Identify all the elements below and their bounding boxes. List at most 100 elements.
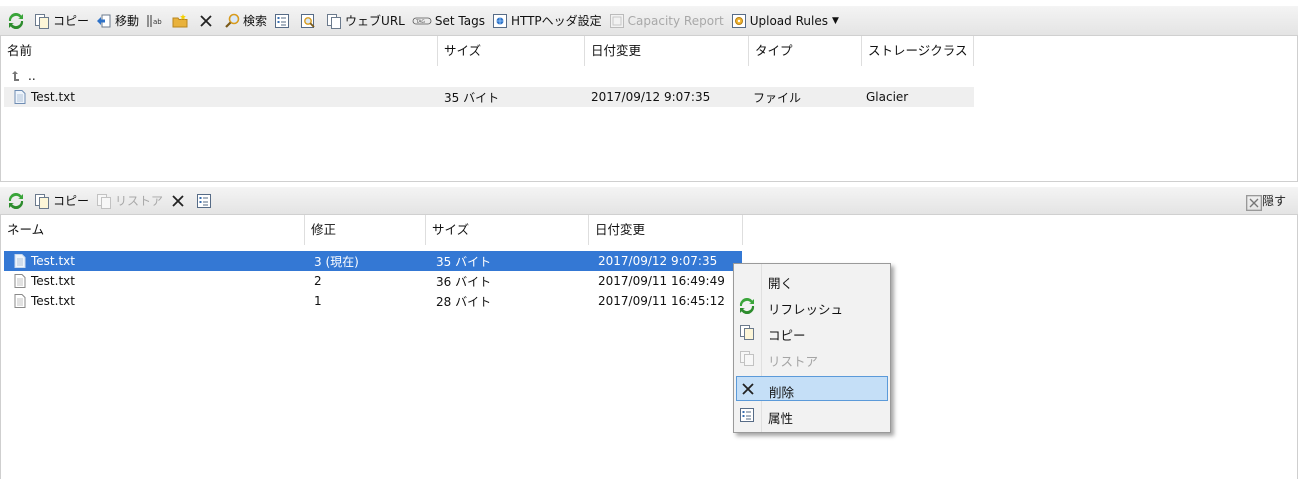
properties-button[interactable] [272,10,295,32]
restore-icon [96,193,112,209]
column-header-type[interactable]: タイプ [749,36,862,66]
version-row[interactable]: Test.txt 1 28 バイト 2017/09/11 16:45:12 [4,291,742,311]
file-type: ファイル [753,90,802,105]
preview-button[interactable] [298,10,321,32]
context-menu: 開く リフレッシュ コピー リストア 削除 属性 [733,263,891,433]
hide-panel-label: 隠す [1261,194,1286,208]
copy-button-label: コピー [53,14,90,28]
menu-item-restore[interactable]: リストア [736,346,888,371]
versions-delete-button[interactable] [168,190,191,212]
tag-icon: TAG [412,13,432,29]
versions-properties-button[interactable] [194,190,217,212]
column-header-label: サイズ [432,222,470,237]
set-tags-button-label: Set Tags [434,13,485,28]
column-header-label: ネーム [7,222,45,237]
capacity-icon [609,13,625,29]
versions-refresh-button[interactable] [6,190,29,212]
delete-icon [170,193,186,209]
version-size: 35 バイト [436,254,492,269]
up-arrow-icon [9,68,25,84]
version-modified: 2017/09/11 16:45:12 [598,294,725,308]
move-button[interactable]: 移動 [94,10,141,32]
versions-list-pane: ネーム 修正 サイズ 日付変更 Test.txt 3 (現在) 35 バイト 2… [0,215,1298,479]
search-icon [224,13,240,29]
copy-button[interactable]: コピー [32,10,91,32]
upload-rules-label: Upload Rules [749,13,828,28]
text-file-icon [12,293,28,309]
menu-item-label: 削除 [769,385,795,400]
versions-restore-button[interactable]: リストア [94,190,165,212]
column-header-size[interactable]: サイズ [438,36,585,66]
capacity-report-label: Capacity Report [627,13,724,28]
version-row[interactable]: Test.txt 3 (現在) 35 バイト 2017/09/12 9:07:3… [4,251,742,271]
column-header-label: 日付変更 [591,43,642,58]
chevron-down-icon: ▼ [831,15,839,26]
file-modified: 2017/09/12 9:07:35 [591,90,711,104]
delete-icon [198,13,214,29]
web-url-icon [326,13,342,29]
file-size: 35 バイト [444,90,500,105]
move-icon [96,13,112,29]
versions-toolbar: コピー リストア 隠す [0,187,1298,215]
delete-icon [740,381,756,397]
column-header-label: 名前 [7,43,33,58]
move-button-label: 移動 [115,14,140,28]
refresh-icon [8,12,24,29]
set-tags-button[interactable]: TAG Set Tags [410,10,487,32]
menu-item-open[interactable]: 開く [736,268,888,293]
parent-folder-row[interactable]: .. [1,66,974,86]
column-header-label: ストレージクラス [868,43,968,58]
version-row[interactable]: Test.txt 2 36 バイト 2017/09/11 16:49:49 [4,271,742,291]
http-header-button[interactable]: HTTPヘッダ設定 [490,10,604,32]
menu-item-refresh[interactable]: リフレッシュ [736,294,888,319]
menu-item-delete[interactable]: 削除 [736,376,888,401]
refresh-icon [8,192,24,209]
parent-folder-cell: .. [1,68,36,84]
new-folder-button[interactable] [170,10,193,32]
versions-restore-label: リストア [115,194,164,208]
upload-rules-icon [731,13,747,29]
svg-text:TAG: TAG [415,19,425,25]
column-header-label: 日付変更 [595,222,646,237]
column-header-name[interactable]: ネーム [1,215,305,245]
search-button[interactable]: 検索 [222,10,269,32]
menu-item-copy[interactable]: コピー [736,320,888,345]
new-folder-icon [172,13,188,29]
column-header-storage-class[interactable]: ストレージクラス [862,36,974,66]
upload-rules-dropdown[interactable]: Upload Rules ▼ [729,10,841,32]
column-header-modified[interactable]: 日付変更 [589,215,743,245]
refresh-button[interactable] [6,10,29,32]
column-header-revision[interactable]: 修正 [305,215,426,245]
menu-item-label: リフレッシュ [768,302,844,317]
column-header-modified[interactable]: 日付変更 [585,36,749,66]
capacity-report-button[interactable]: Capacity Report [607,10,726,32]
menu-item-label: リストア [768,354,819,369]
file-row[interactable]: Test.txt 35 バイト 2017/09/12 9:07:35 ファイル … [4,87,974,107]
text-file-icon [12,253,28,269]
delete-button[interactable] [196,10,219,32]
version-name-cell: Test.txt [4,293,307,309]
version-revision: 2 [314,274,322,288]
column-header-size[interactable]: サイズ [426,215,589,245]
menu-item-label: 属性 [768,411,794,426]
main-toolbar: コピー 移動 ab 検索 ウェブURL TAG Set Tags HTTPヘッダ… [0,6,1298,36]
column-header-label: 修正 [311,222,337,237]
column-header-name[interactable]: 名前 [1,36,438,66]
copy-icon [34,193,50,209]
file-storage-class: Glacier [866,90,909,104]
text-file-icon [12,89,28,105]
version-revision: 3 (現在) [314,254,359,269]
rename-button[interactable]: ab [144,10,167,32]
file-list-header: 名前 サイズ 日付変更 タイプ ストレージクラス [1,36,974,66]
restore-icon [739,350,755,366]
versions-copy-button[interactable]: コピー [32,190,91,212]
properties-icon [196,193,212,209]
hide-panel-button[interactable]: 隠す [1245,192,1286,211]
web-url-button[interactable]: ウェブURL [324,10,407,32]
menu-item-properties[interactable]: 属性 [736,403,888,428]
column-header-label: タイプ [755,43,793,58]
menu-item-label: コピー [768,328,806,343]
version-name-cell: Test.txt [4,253,307,269]
copy-icon [739,324,755,340]
copy-icon [34,13,50,29]
